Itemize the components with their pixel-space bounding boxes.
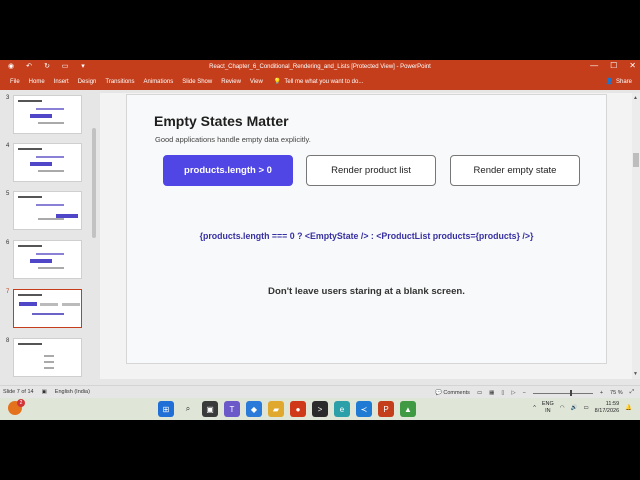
close-button[interactable]: ✕ [629, 61, 636, 70]
proofing-icon[interactable]: ▣ [42, 389, 47, 395]
thumbnail-number: 5 [6, 191, 10, 197]
share-label: Share [615, 78, 632, 85]
firefox-icon[interactable]: ● [290, 401, 306, 417]
thumbnail-preview [13, 143, 82, 182]
taskbar: 2 ⊞ ⌕ ▣ T ◆ ▰ ● > e ≺ P ▲ ^ ENG IN ◠ 🔊 ▭ … [0, 398, 640, 420]
status-bar: Slide 7 of 14 ▣ English (India) 💬 Commen… [0, 385, 640, 398]
thumbnail-number: 8 [6, 338, 10, 344]
window-controls: — ☐ ✕ [590, 61, 636, 70]
slide-note[interactable]: Don't leave users staring at a blank scr… [127, 286, 606, 297]
slide-subtitle[interactable]: Good applications handle empty data expl… [155, 135, 311, 144]
speaker-icon[interactable]: 🔊 [571, 405, 578, 411]
normal-view-icon[interactable]: ▭ [477, 390, 482, 396]
zoom-slider[interactable] [532, 389, 593, 396]
image-viewer-icon[interactable]: ▲ [400, 401, 416, 417]
tab-slide-show[interactable]: Slide Show [182, 79, 212, 85]
slide-editing-area: Empty States Matter Good applications ha… [100, 93, 632, 379]
search-icon[interactable]: ⌕ [180, 401, 196, 417]
current-slide[interactable]: Empty States Matter Good applications ha… [126, 94, 607, 364]
condition-box[interactable]: products.length > 0 [163, 155, 293, 186]
thumbnail-number: 6 [6, 240, 10, 246]
share-button[interactable]: 👤 Share [605, 78, 633, 86]
scrollbar-thumb[interactable] [92, 128, 96, 238]
zoom-out-icon[interactable]: − [523, 390, 526, 396]
scroll-up-icon[interactable]: ▲ [633, 95, 638, 101]
region-code: IN [545, 408, 551, 414]
scrollbar-thumb[interactable] [633, 153, 639, 167]
slide-counter: Slide 7 of 14 [3, 389, 34, 395]
time: 11:59 [605, 401, 620, 407]
language-switcher[interactable]: ENG IN [542, 401, 554, 415]
thumbnail-number: 3 [6, 95, 10, 101]
scroll-down-icon[interactable]: ▼ [633, 371, 638, 377]
widgets-button[interactable]: 2 [8, 399, 25, 415]
powerpoint-icon[interactable]: P [378, 401, 394, 417]
clock[interactable]: 11:59 8/17/2026 [595, 401, 619, 415]
person-icon: 👤 [605, 79, 613, 85]
title-bar: ◉ ↶ ↻ ▭ ▾ React_Chapter_6_Conditional_Re… [0, 60, 640, 75]
system-tray: ^ ENG IN ◠ 🔊 ▭ 11:59 8/17/2026 🔔 [533, 401, 632, 415]
edge-icon[interactable]: e [334, 401, 350, 417]
render-list-box[interactable]: Render product list [306, 155, 436, 186]
slide-title[interactable]: Empty States Matter [154, 113, 289, 129]
tab-review[interactable]: Review [221, 79, 241, 85]
lightbulb-icon: 💡 [273, 79, 282, 85]
zoom-level[interactable]: 75 % [610, 390, 623, 396]
tab-animations[interactable]: Animations [144, 79, 174, 85]
file-explorer-icon[interactable]: ▰ [268, 401, 284, 417]
lang-code: ENG [541, 401, 554, 407]
slide-thumbnails-pane: 3 4 5 6 7 8 [0, 93, 100, 379]
thumbnails-scrollbar[interactable] [91, 93, 97, 379]
code-snippet[interactable]: {products.length === 0 ? <EmptyState /> … [127, 231, 606, 241]
comments-label: Comments [443, 389, 470, 396]
maximize-button[interactable]: ☐ [610, 61, 617, 70]
tab-view[interactable]: View [250, 79, 263, 85]
minimize-button[interactable]: — [590, 61, 598, 70]
window-title: React_Chapter_6_Conditional_Rendering_an… [209, 64, 431, 70]
screen: ◉ ↶ ↻ ▭ ▾ React_Chapter_6_Conditional_Re… [0, 60, 640, 420]
thumbnail-preview [13, 338, 82, 377]
thumbnail-preview [13, 191, 82, 230]
thumbnail-number: 7 [6, 289, 10, 295]
zoom-in-icon[interactable]: + [600, 390, 603, 396]
comments-button[interactable]: 💬 Comments [435, 390, 470, 396]
slideshow-icon[interactable]: ▷ [511, 390, 515, 396]
tell-me-search[interactable]: 💡 Tell me what you want to do... [273, 78, 364, 86]
tab-insert[interactable]: Insert [54, 79, 69, 85]
terminal-icon[interactable]: > [312, 401, 328, 417]
battery-icon[interactable]: ▭ [583, 405, 588, 411]
date: 8/17/2026 [594, 408, 620, 414]
vscode-icon[interactable]: ≺ [356, 401, 372, 417]
reading-view-icon[interactable]: ▯ [501, 390, 504, 396]
wifi-icon[interactable]: ◠ [560, 405, 565, 411]
comment-icon: 💬 [434, 389, 442, 396]
store-icon[interactable]: ◆ [246, 401, 262, 417]
thumbnail-preview [13, 240, 82, 279]
tray-chevron-icon[interactable]: ^ [533, 405, 536, 411]
render-empty-box[interactable]: Render empty state [450, 155, 580, 186]
slide-sorter-icon[interactable]: ▦ [489, 390, 494, 396]
notifications-icon[interactable]: 🔔 [625, 405, 632, 411]
zoom-slider-knob[interactable] [569, 389, 572, 396]
thumbnail-preview [13, 95, 82, 134]
fit-slide-icon[interactable]: ⤢ [630, 389, 634, 396]
tab-design[interactable]: Design [78, 79, 97, 85]
thumbnail-preview [13, 289, 82, 328]
tell-me-label: Tell me what you want to do... [284, 78, 364, 85]
thumbnail-number: 4 [6, 143, 10, 149]
tab-file[interactable]: File [10, 79, 20, 85]
tab-home[interactable]: Home [29, 79, 45, 85]
tab-transitions[interactable]: Transitions [105, 79, 134, 85]
start-icon[interactable]: ⊞ [158, 401, 174, 417]
teams-icon[interactable]: T [224, 401, 240, 417]
slide-scrollbar[interactable]: ▲ ▼ [632, 93, 640, 379]
ribbon-tabs: File Home Insert Design Transitions Anim… [0, 75, 640, 90]
notification-badge: 2 [17, 399, 25, 407]
language-indicator[interactable]: English (India) [55, 389, 90, 395]
task-view-icon[interactable]: ▣ [202, 401, 218, 417]
